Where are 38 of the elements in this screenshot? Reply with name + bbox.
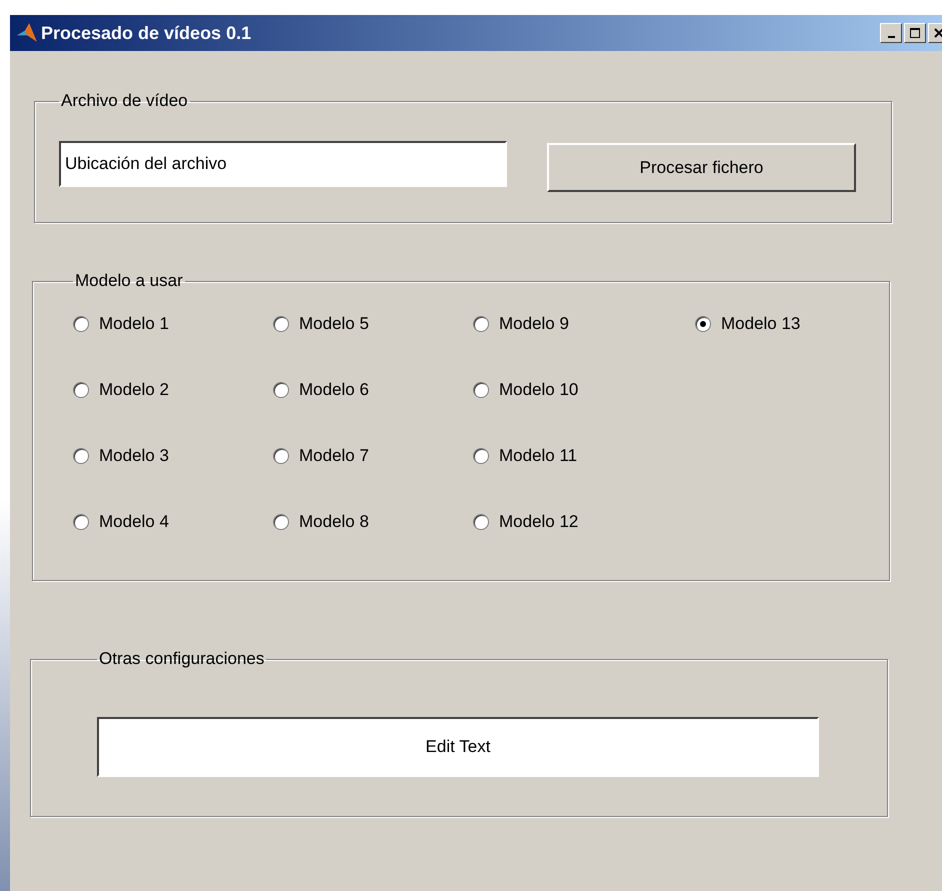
- radio-icon[interactable]: [73, 514, 89, 530]
- minimize-button[interactable]: [880, 23, 902, 43]
- radio-icon[interactable]: [273, 514, 289, 530]
- radio-icon[interactable]: [473, 316, 489, 332]
- radio-option[interactable]: Modelo 8: [273, 511, 473, 533]
- window-title: Procesado de vídeos 0.1: [41, 22, 252, 44]
- radio-option[interactable]: Modelo 2: [73, 379, 273, 401]
- radio-option[interactable]: Modelo 10: [473, 379, 695, 401]
- radio-icon[interactable]: [695, 316, 711, 332]
- radio-icon[interactable]: [273, 316, 289, 332]
- edit-text-field[interactable]: Edit Text: [97, 717, 819, 777]
- radio-option[interactable]: Modelo 5: [273, 313, 473, 335]
- radio-icon[interactable]: [473, 514, 489, 530]
- process-button[interactable]: Procesar fichero: [547, 143, 856, 192]
- panel-title: Modelo a usar: [74, 271, 184, 291]
- radio-option[interactable]: Modelo 1: [73, 313, 273, 335]
- radio-icon[interactable]: [73, 448, 89, 464]
- radio-option[interactable]: Modelo 9: [473, 313, 695, 335]
- radio-icon[interactable]: [73, 382, 89, 398]
- minimize-icon: [888, 36, 894, 38]
- file-path-field[interactable]: Ubicación del archivo: [59, 140, 507, 186]
- panel-title: Archivo de vídeo: [60, 91, 189, 111]
- radio-option[interactable]: Modelo 13: [695, 313, 800, 335]
- radio-icon[interactable]: [273, 448, 289, 464]
- radio-icon[interactable]: [73, 316, 89, 332]
- radio-option[interactable]: Modelo 6: [273, 379, 473, 401]
- panel-title: Otras configuraciones: [98, 649, 266, 669]
- radio-option[interactable]: Modelo 3: [73, 445, 273, 467]
- radio-option[interactable]: Modelo 4: [73, 511, 273, 533]
- radio-option[interactable]: Modelo 12: [473, 511, 695, 533]
- radio-icon[interactable]: [473, 382, 489, 398]
- app-logo-icon: [16, 22, 38, 44]
- maximize-icon: [907, 26, 923, 40]
- radio-icon[interactable]: [473, 448, 489, 464]
- radio-icon[interactable]: [273, 382, 289, 398]
- maximize-button[interactable]: [904, 23, 926, 43]
- radio-option[interactable]: Modelo 11: [473, 445, 695, 467]
- radio-option[interactable]: Modelo 7: [273, 445, 473, 467]
